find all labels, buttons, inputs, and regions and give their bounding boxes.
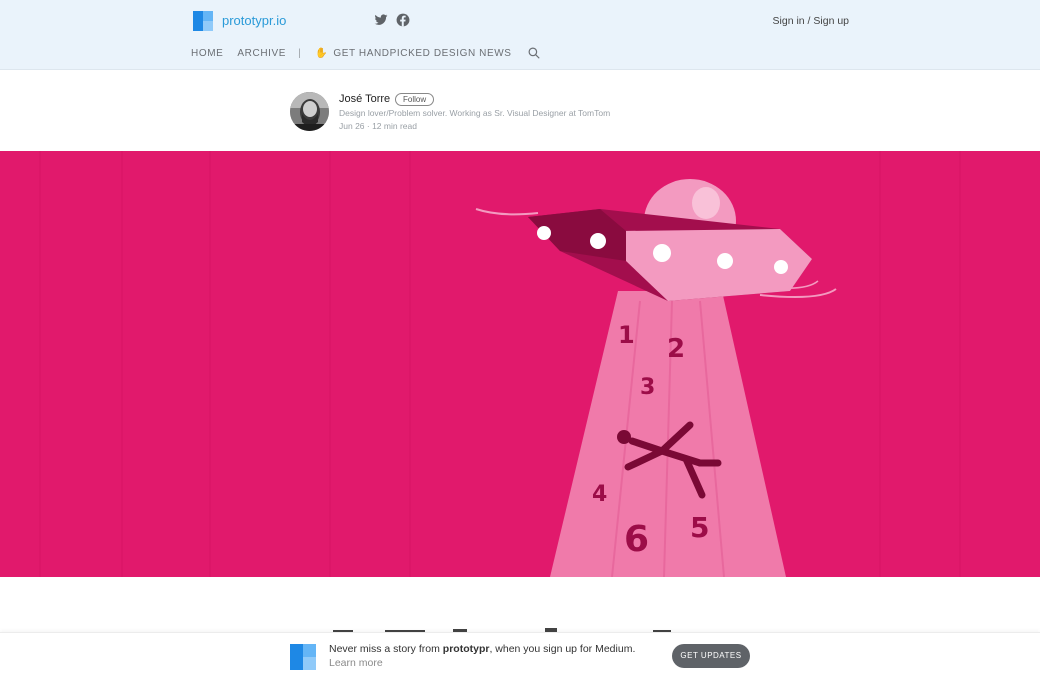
hero-illustration: 1 2 3 4 5 6: [0, 151, 1040, 577]
site-logo-text[interactable]: prototypr.io: [222, 13, 286, 28]
sign-in-link[interactable]: Sign in / Sign up: [773, 15, 849, 27]
floating-number-4: 4: [592, 482, 607, 507]
floating-number-5: 5: [690, 511, 709, 544]
twitter-icon[interactable]: [374, 13, 388, 27]
subscribe-banner: Never miss a story from prototypr, when …: [0, 632, 1040, 678]
author-name[interactable]: José Torre: [339, 93, 390, 105]
nav-divider: |: [298, 47, 302, 59]
subscribe-message: Never miss a story from prototypr, when …: [329, 642, 639, 670]
subscribe-text-prefix: Never miss a story from: [329, 643, 443, 655]
floating-number-1: 1: [618, 321, 635, 349]
follow-button[interactable]: Follow: [395, 93, 435, 106]
nav-archive[interactable]: ARCHIVE: [237, 48, 286, 59]
prototypr-logo-icon: [290, 644, 316, 670]
get-updates-button[interactable]: GET UPDATES: [672, 644, 750, 668]
learn-more-link[interactable]: Learn more: [329, 657, 383, 669]
raised-hand-icon: ✋: [315, 47, 329, 59]
search-icon[interactable]: [528, 47, 540, 59]
author-avatar[interactable]: [290, 92, 329, 131]
author-bio: Design lover/Problem solver. Working as …: [339, 108, 611, 118]
nav-home[interactable]: HOME: [191, 48, 223, 59]
top-navigation-bar: prototypr.io Sign in / Sign up HOME ARCH…: [0, 0, 1040, 70]
floating-number-6: 6: [624, 519, 649, 560]
post-date-readtime: Jun 26 · 12 min read: [339, 121, 417, 131]
main-nav: HOME ARCHIVE | ✋ GET HANDPICKED DESIGN N…: [191, 46, 540, 60]
facebook-icon[interactable]: [396, 13, 410, 27]
ufo-illustration: 1 2 3 4 5 6: [39, 151, 961, 577]
nav-design-news[interactable]: GET HANDPICKED DESIGN NEWS: [333, 48, 511, 59]
floating-number-2: 2: [667, 334, 685, 364]
publication-name: prototypr: [442, 643, 490, 655]
subscribe-text-suffix: , when you sign up for Medium.: [489, 643, 636, 655]
prototypr-logo-icon[interactable]: [193, 11, 213, 31]
floating-number-3: 3: [640, 375, 655, 400]
